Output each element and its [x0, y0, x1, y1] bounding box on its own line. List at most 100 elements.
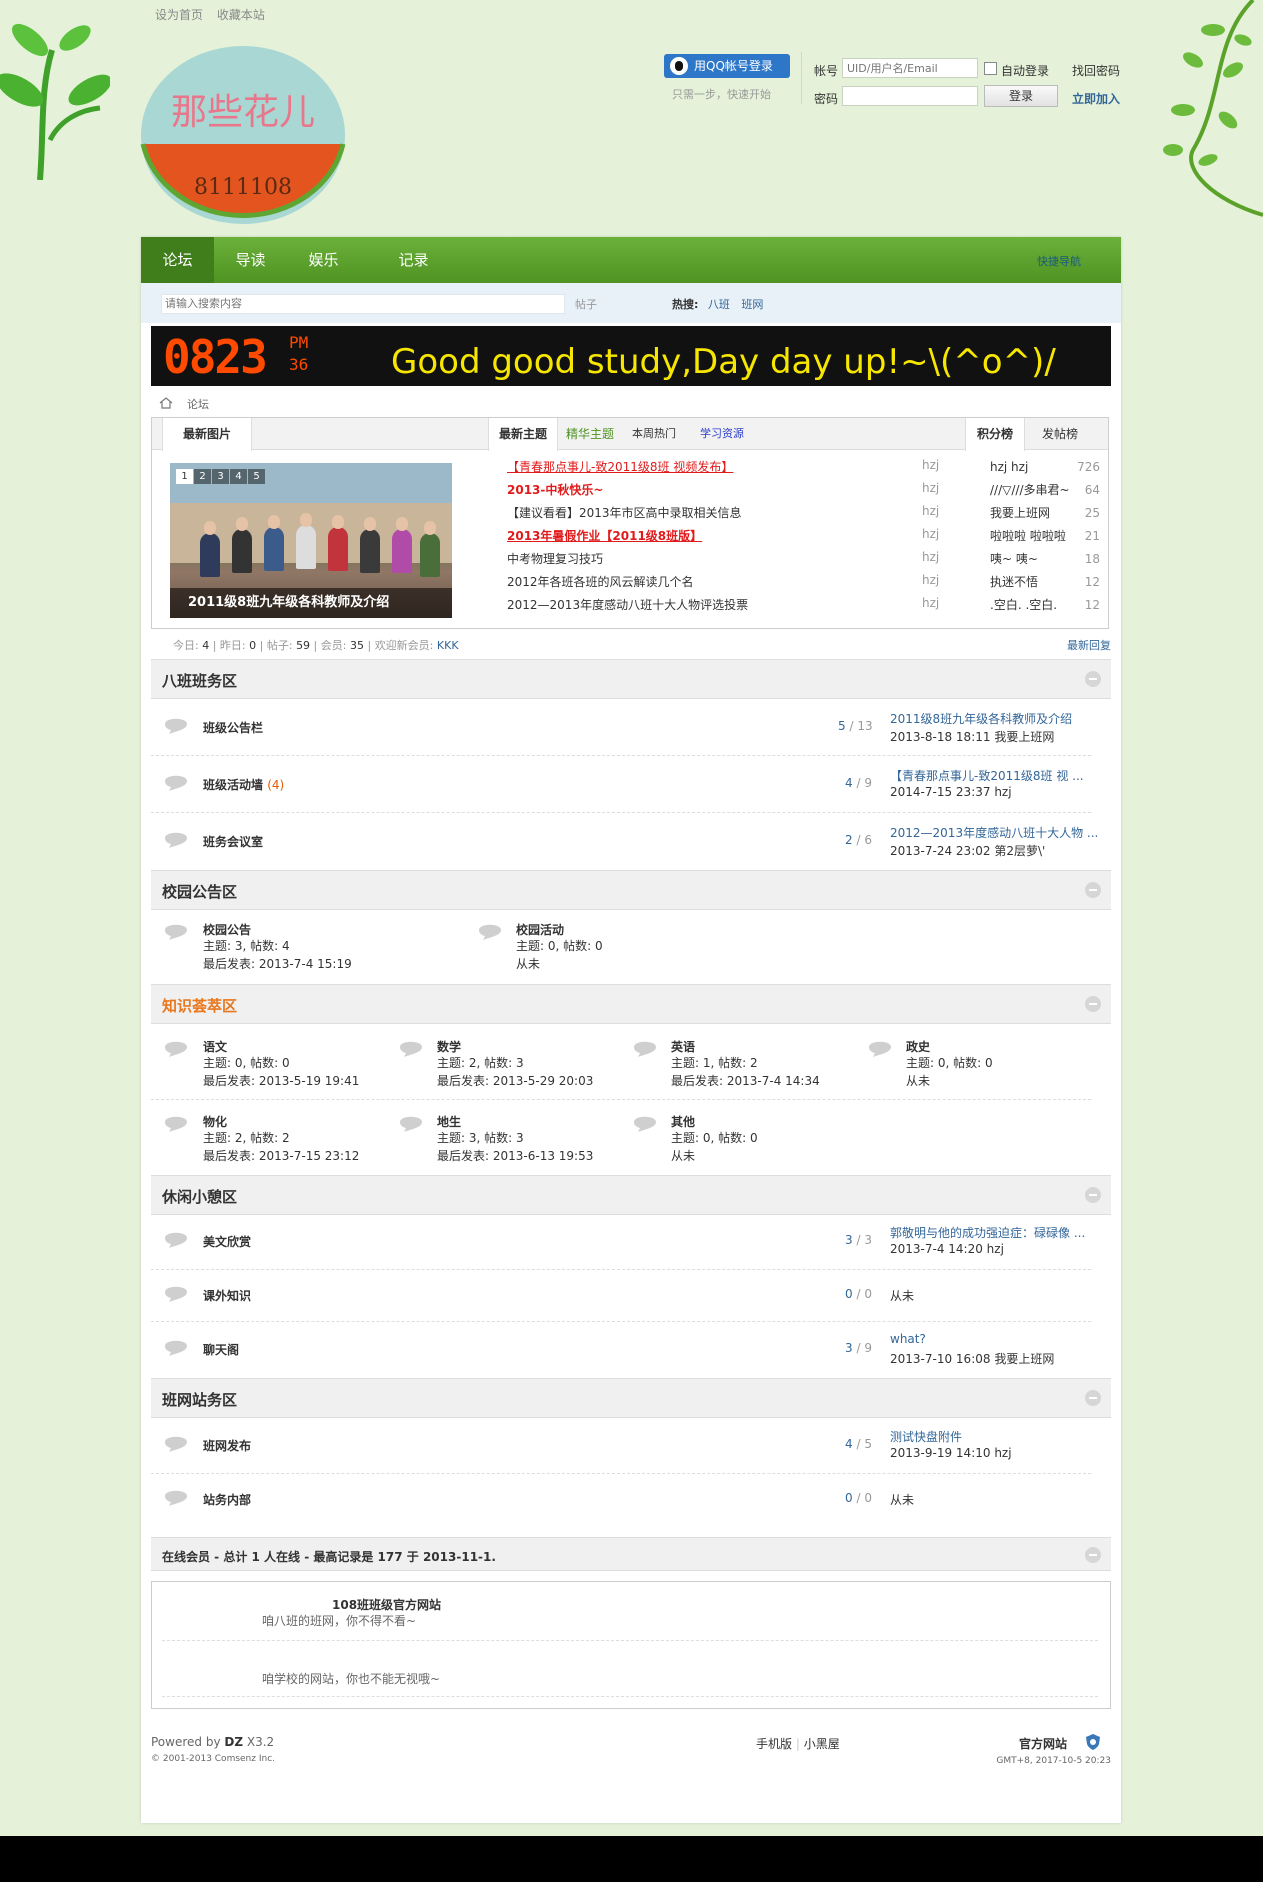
hot-search-link[interactable]: 班网	[741, 298, 763, 311]
tab-digest[interactable]: 精华主题	[560, 418, 620, 450]
category-title[interactable]: 八班班务区	[162, 670, 237, 691]
nav-guide[interactable]: 导读	[214, 237, 287, 283]
thread-author[interactable]: hzj	[922, 504, 939, 518]
auto-login-checkbox[interactable]	[984, 62, 997, 75]
thread-link[interactable]: 2013年暑假作业【2011级8班版】	[507, 527, 927, 545]
thread-author[interactable]: hzj	[922, 573, 939, 587]
password-input[interactable]	[842, 86, 978, 106]
collapse-icon[interactable]	[1085, 1390, 1101, 1406]
collapse-icon[interactable]	[1085, 882, 1101, 898]
forum-name[interactable]: 班网发布	[203, 1437, 251, 1454]
slideshow-photo[interactable]: 12345 2011级8班九年级各科教师及介绍	[170, 463, 452, 618]
nav-forum[interactable]: 论坛	[141, 237, 214, 283]
official-site-link[interactable]: 官方网站	[1019, 1735, 1067, 1752]
collapse-icon[interactable]	[1085, 671, 1101, 687]
category-title[interactable]: 休闲小憩区	[162, 1186, 237, 1207]
slide-page-button[interactable]: 3	[212, 469, 229, 484]
collapse-icon[interactable]	[1085, 996, 1101, 1012]
blackroom-link[interactable]: 小黑屋	[804, 1737, 840, 1751]
rank-user[interactable]: 执迷不悟	[990, 573, 1038, 591]
set-home-link[interactable]: 设为首页	[155, 8, 203, 22]
divider	[151, 1269, 1091, 1270]
forum-name[interactable]: 站务内部	[203, 1491, 251, 1508]
site-logo[interactable]: 那些花儿 8111108	[140, 44, 347, 226]
rank-user[interactable]: hzj hzj	[990, 458, 1028, 476]
forum-name[interactable]: 其他	[671, 1113, 695, 1130]
thread-link[interactable]: 【建议看看】2013年市区高中录取相关信息	[507, 504, 927, 522]
thread-author[interactable]: hzj	[922, 596, 939, 610]
forum-name[interactable]: 班务会议室	[203, 833, 263, 850]
home-icon[interactable]	[159, 397, 173, 409]
rank-user[interactable]: 啦啦啦 啦啦啦	[990, 527, 1066, 545]
tab-post-rank[interactable]: 发帖榜	[1030, 418, 1090, 450]
forum-name[interactable]: 课外知识	[203, 1287, 251, 1304]
slideshow-caption[interactable]: 2011级8班九年级各科教师及介绍	[170, 588, 452, 618]
forum-last-post[interactable]: 郭敬明与他的成功强迫症：碌碌像 ...	[890, 1224, 1085, 1241]
friend-link-title[interactable]: 108班班级官方网站	[332, 1596, 441, 1613]
thread-link[interactable]: 2012年各班各班的风云解读几个名	[507, 573, 927, 591]
forum-last-post[interactable]: 【青春那点事儿-致2011级8班 视 ...	[890, 767, 1084, 784]
powered-brand-link[interactable]: DZ	[224, 1735, 243, 1749]
account-input[interactable]	[842, 58, 978, 78]
qq-login-button[interactable]: 用QQ帐号登录	[664, 54, 790, 78]
nav-entertainment[interactable]: 娱乐	[287, 237, 360, 283]
login-button[interactable]: 登录	[984, 85, 1058, 107]
forum-name[interactable]: 英语	[671, 1038, 695, 1055]
thread-link[interactable]: 【青春那点事儿-致2011级8班 视频发布】	[507, 458, 927, 476]
rank-user[interactable]: .空白. .空白.	[990, 596, 1057, 614]
mobile-link[interactable]: 手机版	[756, 1737, 792, 1751]
tab-weekly-hot[interactable]: 本周热门	[624, 418, 684, 450]
expand-icon[interactable]	[1085, 1547, 1101, 1563]
forum-count: 4 / 9	[845, 776, 872, 790]
online-members-text[interactable]: 在线会员 - 总计 1 人在线 - 最高记录是 177 于 2013-11-1.	[162, 1548, 496, 1565]
tab-latest-threads[interactable]: 最新主题	[488, 418, 558, 451]
category-title[interactable]: 知识荟萃区	[162, 995, 237, 1016]
rank-user[interactable]: ///▽///多串君~	[990, 481, 1070, 499]
forum-last-post[interactable]: what?	[890, 1332, 926, 1346]
thread-link[interactable]: 2013-中秋快乐~	[507, 481, 927, 499]
tab-latest-pics[interactable]: 最新图片	[162, 418, 252, 451]
forum-name[interactable]: 物化	[203, 1113, 227, 1130]
bookmark-link[interactable]: 收藏本站	[217, 8, 265, 22]
rank-user[interactable]: 咦~ 咦~	[990, 550, 1038, 568]
category-title[interactable]: 校园公告区	[162, 881, 237, 902]
rank-user[interactable]: 我要上班网	[990, 504, 1050, 522]
breadcrumb[interactable]: 论坛	[187, 396, 209, 412]
thread-author[interactable]: hzj	[922, 550, 939, 564]
forum-name[interactable]: 数学	[437, 1038, 461, 1055]
forum-name-link[interactable]: 班级活动墙	[203, 778, 263, 792]
forum-name[interactable]: 语文	[203, 1038, 227, 1055]
search-type-select[interactable]: 帖子	[575, 296, 597, 312]
thread-author[interactable]: hzj	[922, 458, 939, 472]
forum-last-post[interactable]: 测试快盘附件	[890, 1428, 962, 1445]
newest-member-link[interactable]: KKK	[437, 639, 459, 652]
tab-study-resources[interactable]: 学习资源	[692, 418, 752, 450]
forum-last-post[interactable]: 2012—2013年度感动八班十大人物 ...	[890, 824, 1098, 841]
forum-last-post[interactable]: 2011级8班九年级各科教师及介绍	[890, 710, 1072, 727]
quick-nav-link[interactable]: 快捷导航	[1037, 253, 1081, 269]
thread-author[interactable]: hzj	[922, 481, 939, 495]
forum-name[interactable]: 政史	[906, 1038, 930, 1055]
register-link[interactable]: 立即加入	[1072, 90, 1120, 107]
search-input[interactable]	[161, 294, 565, 314]
forum-name[interactable]: 聊天阁	[203, 1341, 239, 1358]
thread-author[interactable]: hzj	[922, 527, 939, 541]
latest-reply-link[interactable]: 最新回复	[1067, 637, 1111, 653]
slide-page-button[interactable]: 2	[194, 469, 211, 484]
hot-search-link[interactable]: 八班	[708, 298, 730, 311]
forum-name[interactable]: 校园活动	[516, 921, 564, 938]
forum-name[interactable]: 班级公告栏	[203, 719, 263, 736]
tab-credit-rank[interactable]: 积分榜	[965, 418, 1025, 451]
category-title[interactable]: 班网站务区	[162, 1389, 237, 1410]
thread-link[interactable]: 2012—2013年度感动八班十大人物评选投票	[507, 596, 927, 614]
thread-link[interactable]: 中考物理复习技巧	[507, 550, 927, 568]
forum-name[interactable]: 地生	[437, 1113, 461, 1130]
collapse-icon[interactable]	[1085, 1187, 1101, 1203]
slide-page-button[interactable]: 5	[248, 469, 265, 484]
forum-name[interactable]: 校园公告	[203, 921, 251, 938]
nav-records[interactable]: 记录	[377, 237, 450, 283]
find-password-link[interactable]: 找回密码	[1072, 62, 1120, 79]
slide-page-button[interactable]: 1	[176, 469, 193, 484]
slide-page-button[interactable]: 4	[230, 469, 247, 484]
forum-name[interactable]: 美文欣赏	[203, 1233, 251, 1250]
